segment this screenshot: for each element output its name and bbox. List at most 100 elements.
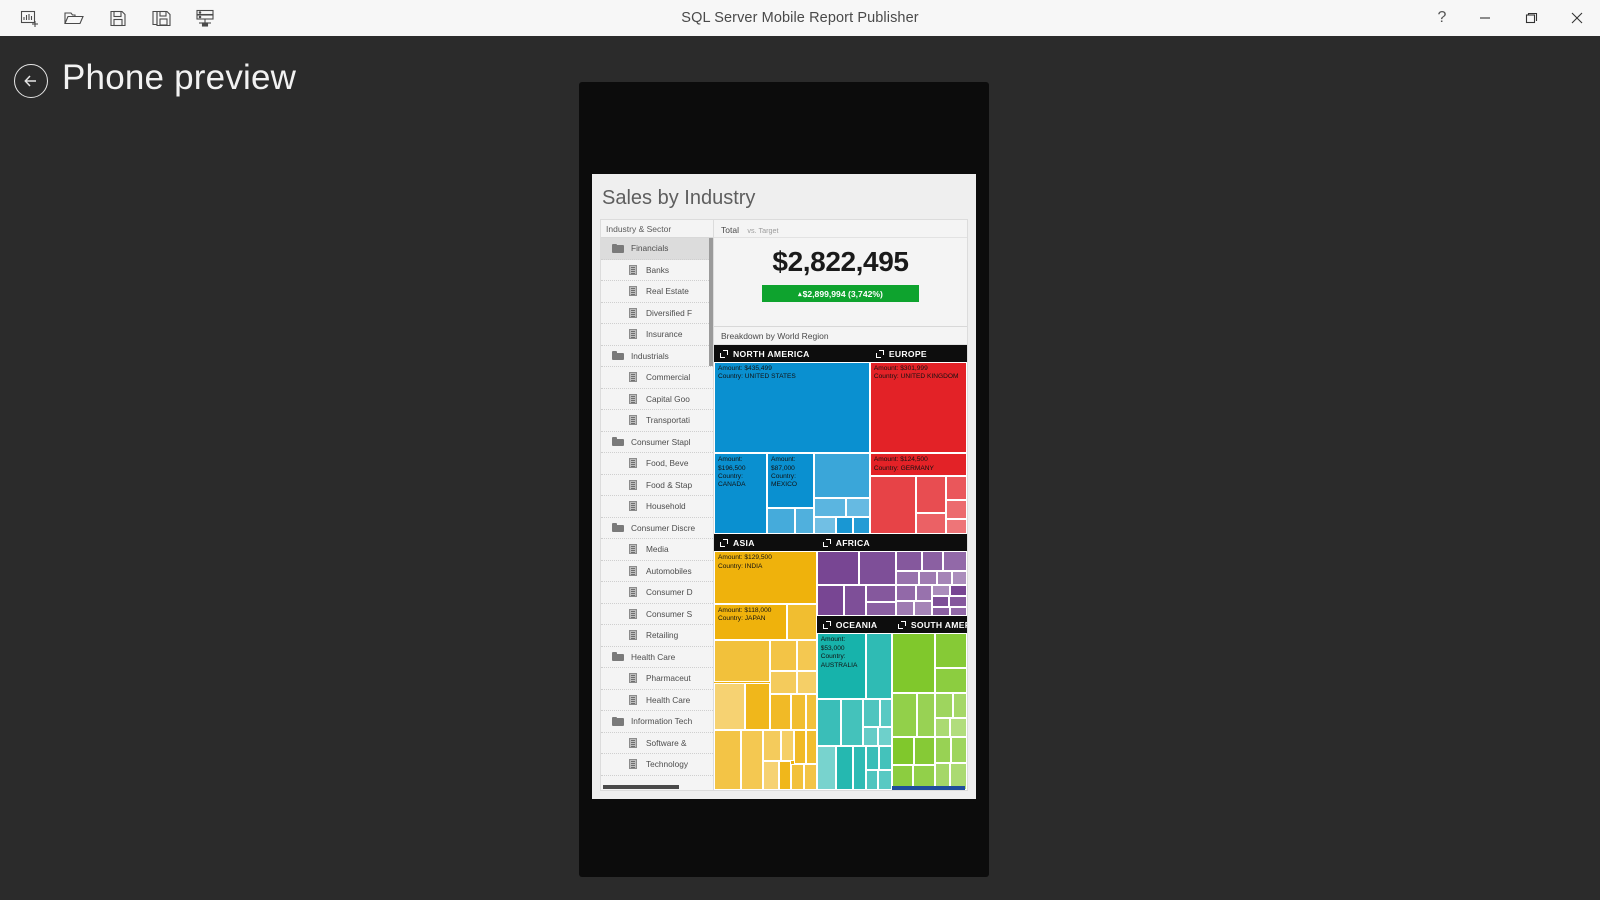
treemap-cell[interactable] <box>879 699 892 728</box>
save-to-server-icon[interactable] <box>184 0 228 36</box>
treemap-cell[interactable] <box>917 692 935 737</box>
treemap-cell[interactable]: Amount: $435,499 Country: UNITED STATES <box>714 362 870 454</box>
treemap-cell[interactable] <box>945 475 967 500</box>
treemap-cell[interactable] <box>916 475 946 514</box>
treemap-cell[interactable] <box>932 606 951 617</box>
treemap-cell[interactable] <box>878 769 892 790</box>
back-button[interactable] <box>14 64 48 98</box>
expand-icon[interactable] <box>720 538 728 547</box>
treemap-cell[interactable] <box>862 727 878 747</box>
treemap-cell[interactable] <box>794 730 807 764</box>
navigator-item[interactable]: Industrials <box>601 346 713 367</box>
treemap-cell[interactable] <box>813 516 836 535</box>
treemap-cell[interactable] <box>770 639 798 671</box>
treemap-cell[interactable]: Amount: $53,000 Country: AUSTRALIA <box>816 633 867 700</box>
navigator-list[interactable]: Financials Banks Real Estate Diversified F I… <box>601 238 713 790</box>
treemap-region[interactable]: ASIA Amount: $129,500 Country: INDIA Amoun… <box>714 534 817 790</box>
treemap-cell[interactable] <box>841 699 863 747</box>
treemap-cell[interactable] <box>891 736 915 765</box>
expand-icon[interactable] <box>720 349 728 358</box>
treemap-cell[interactable]: Amount: $118,000 Country: JAPAN <box>714 603 787 640</box>
treemap-cell[interactable] <box>786 603 817 640</box>
save-as-icon[interactable] <box>140 0 184 36</box>
navigator-horizontal-scrollbar[interactable] <box>603 785 679 789</box>
treemap-cell[interactable] <box>866 602 897 617</box>
navigator-item[interactable]: Pharmaceut <box>601 668 713 690</box>
industry-sector-navigator[interactable]: Industry & Sector Financials Banks Real Es… <box>600 219 714 791</box>
treemap-cell[interactable] <box>942 551 967 571</box>
treemap-cell[interactable] <box>770 670 798 695</box>
treemap-cell[interactable] <box>804 763 817 790</box>
treemap-cell[interactable] <box>791 694 807 731</box>
treemap-cell[interactable] <box>843 585 867 617</box>
treemap-cell[interactable] <box>896 585 916 602</box>
treemap-cell[interactable] <box>866 746 880 770</box>
treemap-cell[interactable] <box>915 585 933 602</box>
navigator-item[interactable]: Transportati <box>601 410 713 432</box>
region-header[interactable]: SOUTH AMERICA <box>891 616 967 634</box>
close-button[interactable] <box>1554 0 1600 36</box>
treemap-cell[interactable] <box>813 497 847 517</box>
treemap-cell[interactable] <box>896 601 915 617</box>
treemap-cell[interactable] <box>918 570 937 586</box>
treemap-cell[interactable] <box>866 633 892 700</box>
treemap-region[interactable]: OCEANIA Amount: $53,000 Country: AUSTRALI… <box>816 616 892 790</box>
treemap-cell[interactable]: Amount: $129,500 Country: INDIA <box>714 551 817 604</box>
open-icon[interactable] <box>52 0 96 36</box>
treemap-cell[interactable] <box>952 692 967 718</box>
treemap-cell[interactable] <box>763 730 781 762</box>
navigator-item[interactable]: Consumer S <box>601 604 713 625</box>
restore-button[interactable] <box>1508 0 1554 36</box>
treemap-cell[interactable] <box>816 746 837 790</box>
navigator-item[interactable]: Consumer Discre <box>601 518 713 539</box>
treemap-cell[interactable]: Amount: $124,500 Country: GERMANY <box>869 453 967 476</box>
treemap-cell[interactable] <box>891 633 935 693</box>
region-header[interactable]: NORTH AMERICA <box>714 345 870 362</box>
treemap-cell[interactable] <box>797 639 817 671</box>
navigator-item[interactable]: Food & Stap <box>601 475 713 496</box>
treemap-cell[interactable] <box>858 551 897 586</box>
navigator-item[interactable]: Automobiles <box>601 561 713 582</box>
navigator-item[interactable]: Retailing <box>601 625 713 647</box>
treemap-region[interactable]: SOUTH AMERICA <box>891 616 967 790</box>
treemap-cell[interactable] <box>797 670 817 695</box>
treemap-cell[interactable] <box>770 694 792 731</box>
navigator-item[interactable]: Consumer D <box>601 582 713 604</box>
navigator-item[interactable]: Real Estate <box>601 281 713 303</box>
treemap-cell[interactable] <box>951 736 967 764</box>
treemap-cell[interactable] <box>934 736 952 764</box>
navigator-vertical-scrollbar[interactable] <box>709 238 713 366</box>
treemap-cell[interactable] <box>951 570 967 586</box>
treemap-cell[interactable] <box>852 746 867 790</box>
treemap-cell[interactable] <box>945 518 967 535</box>
treemap-cell[interactable] <box>866 585 897 603</box>
treemap-cell[interactable] <box>934 667 967 693</box>
treemap-cell[interactable] <box>766 508 796 535</box>
treemap-cell[interactable] <box>813 453 870 498</box>
treemap-cell[interactable] <box>846 497 870 517</box>
expand-icon[interactable] <box>897 620 906 629</box>
treemap-cell[interactable] <box>791 763 805 790</box>
treemap-cell[interactable] <box>714 730 741 790</box>
navigator-item[interactable]: Technology <box>601 754 713 776</box>
treemap-cell[interactable] <box>866 769 879 790</box>
treemap-cell[interactable] <box>763 761 779 790</box>
treemap-cell[interactable] <box>816 699 842 747</box>
navigator-item[interactable]: Consumer Stapl <box>601 432 713 453</box>
treemap-cell[interactable]: Amount: $87,000 Country: MEXICO <box>766 453 814 509</box>
treemap-cell[interactable] <box>740 730 764 790</box>
treemap-cell[interactable] <box>950 606 967 617</box>
region-header[interactable]: EUROPE <box>869 345 967 362</box>
navigator-item[interactable]: Health Care <box>601 690 713 711</box>
treemap-cell[interactable] <box>921 551 943 571</box>
save-icon[interactable] <box>96 0 140 36</box>
treemap-cell[interactable] <box>879 746 892 770</box>
treemap-cell[interactable] <box>835 516 853 535</box>
navigator-item[interactable]: Commercial <box>601 367 713 389</box>
treemap-cell[interactable] <box>950 585 967 597</box>
region-header[interactable]: AFRICA <box>816 534 967 552</box>
treemap-cell[interactable] <box>914 736 935 765</box>
treemap-cell[interactable] <box>914 601 933 617</box>
treemap-cell[interactable] <box>932 585 951 597</box>
treemap-cell[interactable] <box>806 694 817 731</box>
